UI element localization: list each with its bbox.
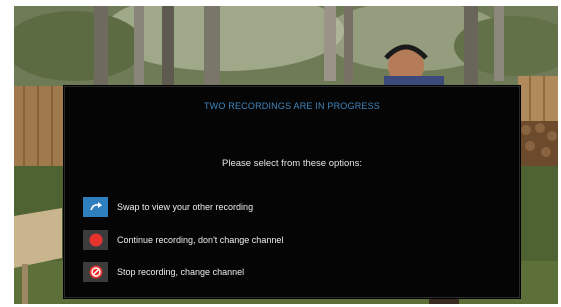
stop-record-icon: [83, 262, 108, 282]
option-continue-recording[interactable]: Continue recording, don't change channel: [83, 230, 283, 250]
dialog-subtitle: Please select from these options:: [222, 158, 362, 169]
tv-screen: TWO RECORDINGS ARE IN PROGRESS Please se…: [14, 6, 558, 304]
dialog-title: TWO RECORDINGS ARE IN PROGRESS: [203, 101, 381, 111]
option-stop-label: Stop recording, change channel: [117, 267, 245, 277]
option-continue-label: Continue recording, don't change channel: [117, 235, 284, 245]
option-stop-recording[interactable]: Stop recording, change channel: [83, 262, 244, 282]
record-dot-icon: [83, 230, 108, 250]
option-swap-label: Swap to view your other recording: [117, 202, 254, 212]
option-swap-recording[interactable]: Swap to view your other recording: [83, 197, 253, 217]
swap-arrow-icon: [83, 197, 108, 217]
recordings-conflict-dialog: TWO RECORDINGS ARE IN PROGRESS Please se…: [64, 86, 520, 298]
